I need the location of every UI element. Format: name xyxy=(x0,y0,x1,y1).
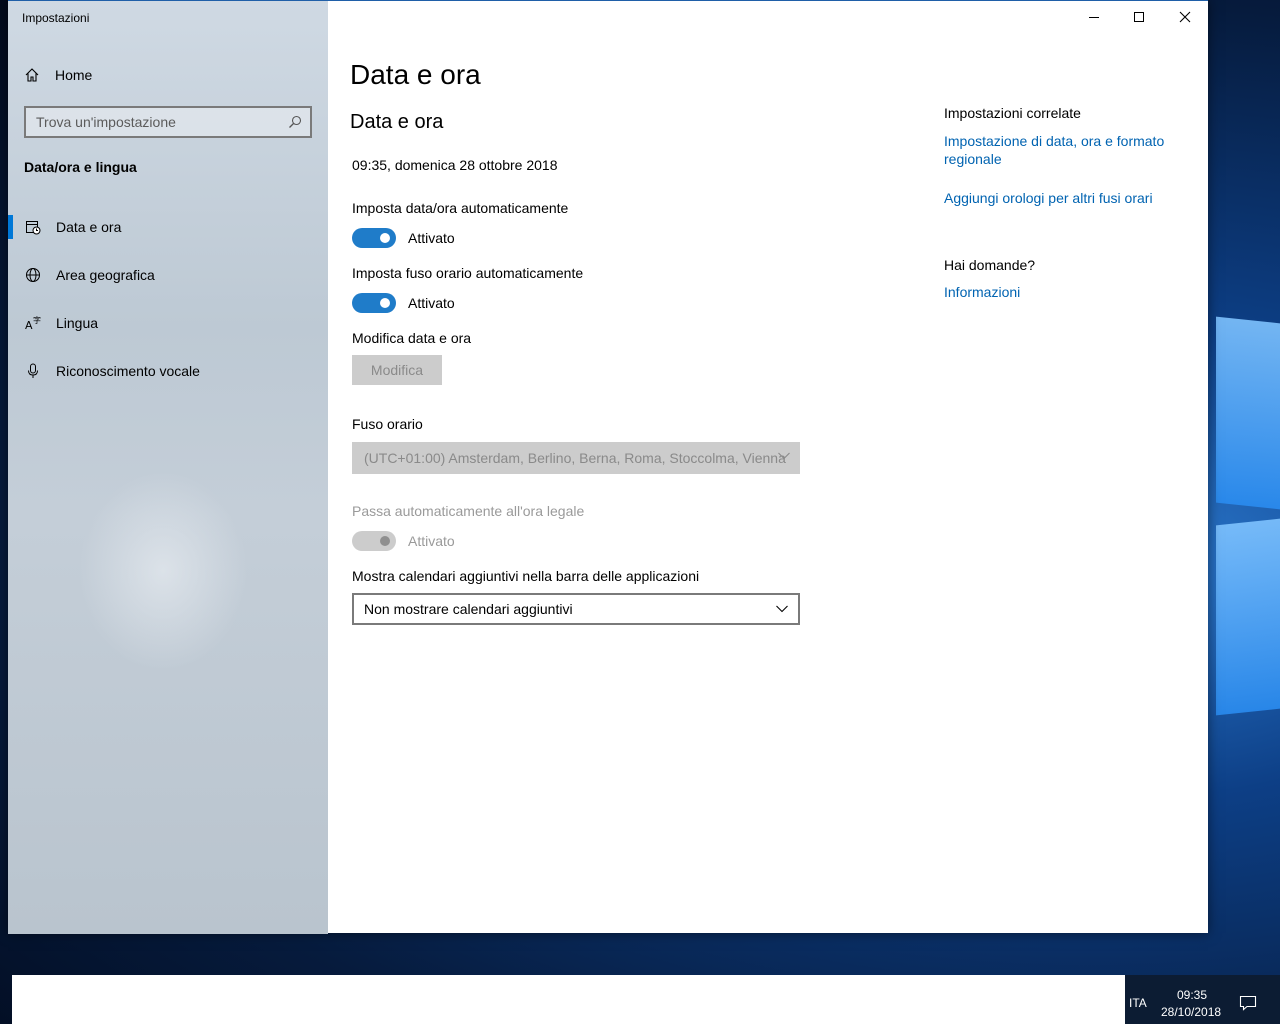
sidebar: Impostazioni Home Trova un'impostazione … xyxy=(8,1,328,934)
sidebar-item-label: Riconoscimento vocale xyxy=(56,363,200,379)
calendars-dropdown[interactable]: Non mostrare calendari aggiuntivi xyxy=(352,593,800,625)
sidebar-item-area-geografica[interactable]: Area geografica xyxy=(8,255,328,295)
chevron-down-icon xyxy=(778,452,790,460)
home-label: Home xyxy=(55,67,93,83)
auto-timezone-label: Imposta fuso orario automaticamente xyxy=(352,265,584,281)
svg-text:A: A xyxy=(25,319,33,331)
regional-format-link[interactable]: Impostazione di data, ora e formato regi… xyxy=(944,132,1184,168)
sidebar-item-lingua[interactable]: A 字 Lingua xyxy=(8,303,328,343)
home-nav-item[interactable]: Home xyxy=(24,63,304,87)
selection-indicator xyxy=(8,215,13,239)
windows-logo-wallpaper xyxy=(1208,290,1280,730)
chevron-down-icon xyxy=(776,605,788,613)
action-center-icon[interactable] xyxy=(1239,995,1257,1011)
sidebar-item-data-e-ora[interactable]: Data e ora xyxy=(8,207,328,247)
page-title: Data e ora xyxy=(350,59,481,90)
search-icon[interactable] xyxy=(288,115,302,129)
auto-timezone-toggle-row: Attivato xyxy=(352,293,455,313)
questions-title: Hai domande? xyxy=(944,257,1036,273)
globe-icon xyxy=(24,266,42,284)
sidebar-item-label: Data e ora xyxy=(56,219,122,235)
section-title: Data/ora e lingua xyxy=(24,159,137,175)
dst-toggle-row: Attivato xyxy=(352,531,455,551)
change-datetime-label: Modifica data e ora xyxy=(352,330,472,346)
search-placeholder: Trova un'impostazione xyxy=(36,114,176,130)
calendar-clock-icon xyxy=(24,218,42,236)
settings-window: Impostazioni Home Trova un'impostazione … xyxy=(8,0,1208,934)
system-tray: ITA 09:35 28/10/2018 xyxy=(1125,975,1280,1024)
timezone-value: (UTC+01:00) Amsterdam, Berlino, Berna, R… xyxy=(364,450,786,466)
auto-timezone-toggle[interactable] xyxy=(352,293,396,313)
language-icon: A 字 xyxy=(24,314,42,332)
tray-clock-date[interactable]: 28/10/2018 xyxy=(1161,1005,1221,1019)
auto-time-toggle[interactable] xyxy=(352,228,396,248)
tray-clock-time[interactable]: 09:35 xyxy=(1177,988,1207,1002)
svg-text:字: 字 xyxy=(33,315,41,325)
main-content: Data e ora Data e ora 09:35, domenica 28… xyxy=(328,1,1208,934)
sidebar-item-riconoscimento-vocale[interactable]: Riconoscimento vocale xyxy=(8,351,328,391)
dst-state: Attivato xyxy=(408,533,455,549)
search-input[interactable]: Trova un'impostazione xyxy=(24,106,312,138)
section-heading: Data e ora xyxy=(350,111,444,133)
timezone-label: Fuso orario xyxy=(352,416,423,432)
current-datetime: 09:35, domenica 28 ottobre 2018 xyxy=(352,157,558,173)
calendars-label: Mostra calendari aggiuntivi nella barra … xyxy=(352,568,700,584)
microphone-icon xyxy=(24,362,42,380)
calendars-value: Non mostrare calendari aggiuntivi xyxy=(364,601,573,617)
auto-time-toggle-row: Attivato xyxy=(352,228,455,248)
timezone-dropdown[interactable]: (UTC+01:00) Amsterdam, Berlino, Berna, R… xyxy=(352,442,800,474)
input-language-indicator[interactable]: ITA xyxy=(1129,996,1147,1010)
dst-toggle[interactable] xyxy=(352,531,396,551)
add-clocks-link[interactable]: Aggiungi orologi per altri fusi orari xyxy=(944,189,1184,207)
info-link[interactable]: Informazioni xyxy=(944,283,1184,301)
auto-time-label: Imposta data/ora automaticamente xyxy=(352,200,569,216)
auto-timezone-state: Attivato xyxy=(408,295,455,311)
change-datetime-button[interactable]: Modifica xyxy=(352,355,442,385)
taskbar-area xyxy=(12,975,1125,1024)
home-icon xyxy=(25,68,39,82)
auto-time-state: Attivato xyxy=(408,230,455,246)
dst-label: Passa automaticamente all'ora legale xyxy=(352,503,585,519)
related-settings-title: Impostazioni correlate xyxy=(944,105,1081,121)
sidebar-item-label: Lingua xyxy=(56,315,99,331)
sidebar-item-label: Area geografica xyxy=(56,267,155,283)
app-title: Impostazioni xyxy=(22,11,90,25)
